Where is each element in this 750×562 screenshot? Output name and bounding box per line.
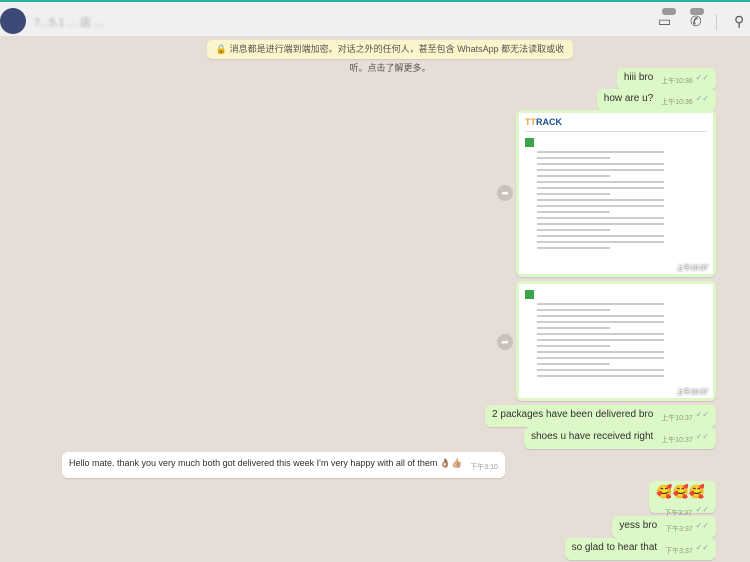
phone-icon[interactable]: ✆ [690,13,702,30]
read-ticks-icon: ✓✓ [695,543,709,552]
message-time: 上午10:36 [661,99,693,106]
image-message[interactable]: 上午10:37 [516,281,716,401]
message-out: 🥰🥰🥰 下午3:37 ✓✓ [649,481,716,517]
read-ticks-icon: ✓✓ [695,432,709,441]
chat-header: 7...5.1 ... 店 ... ▭ ✆ ⚲ [0,0,750,37]
message-out: so glad to hear that 下午3:37 ✓✓ [564,538,716,560]
tracking-screenshot[interactable] [519,284,713,398]
search-icon[interactable]: ⚲ [734,13,744,30]
avatar[interactable] [0,8,26,34]
divider [716,14,717,30]
image-message[interactable]: TTRACK 上午10:37 [516,110,716,277]
message-time: 上午10:37 [661,415,693,422]
forward-icon[interactable]: ➦ [497,334,513,350]
message-time: 上午10:36 [661,78,693,85]
message-time: 下午3:37 [665,548,693,555]
message-in: Hello mate. thank you very much both got… [62,452,505,478]
message-text: Hello mate. thank you very much both got… [69,458,463,468]
read-ticks-icon: ✓✓ [695,410,709,419]
message-text: shoes u have received right [530,431,654,442]
message-out: hiii bro 上午10:36 ✓✓ [616,68,716,90]
video-call-icon[interactable]: ▭ [658,13,671,30]
emoji-message: 🥰🥰🥰 [656,484,705,499]
message-out: shoes u have received right 上午10:37 ✓✓ [523,427,716,449]
encryption-notice[interactable]: 🔒 消息都是进行端到端加密。对话之外的任何人，甚至包含 WhatsApp 都无法… [207,40,573,73]
message-text: 2 packages have been delivered bro [492,409,654,420]
read-ticks-icon: ✓✓ [695,73,709,82]
message-text: hiii bro [623,72,654,83]
read-ticks-icon: ✓✓ [695,521,709,530]
read-ticks-icon: ✓✓ [695,94,709,103]
message-out: how are u? 上午10:36 ✓✓ [596,89,716,111]
message-time: 上午10:37 [676,265,708,272]
message-out: 2 packages have been delivered bro 上午10:3… [485,405,716,427]
contact-name[interactable]: 7...5.1 ... 店 ... [34,14,103,30]
forward-icon[interactable]: ➦ [497,185,513,201]
read-ticks-icon: ✓✓ [695,505,709,514]
message-text: yess bro [619,520,658,531]
ttrack-logo: TTRACK [525,117,562,127]
message-out: yess bro 下午3:37 ✓✓ [612,516,716,538]
message-time: 上午10:37 [676,389,708,396]
tracking-screenshot[interactable]: TTRACK [519,113,713,274]
message-time: 下午3:37 [665,526,693,533]
message-time: 下午3:10 [470,464,498,471]
message-text: how are u? [603,93,654,104]
message-time: 上午10:37 [661,437,693,444]
message-text: so glad to hear that [571,542,658,553]
